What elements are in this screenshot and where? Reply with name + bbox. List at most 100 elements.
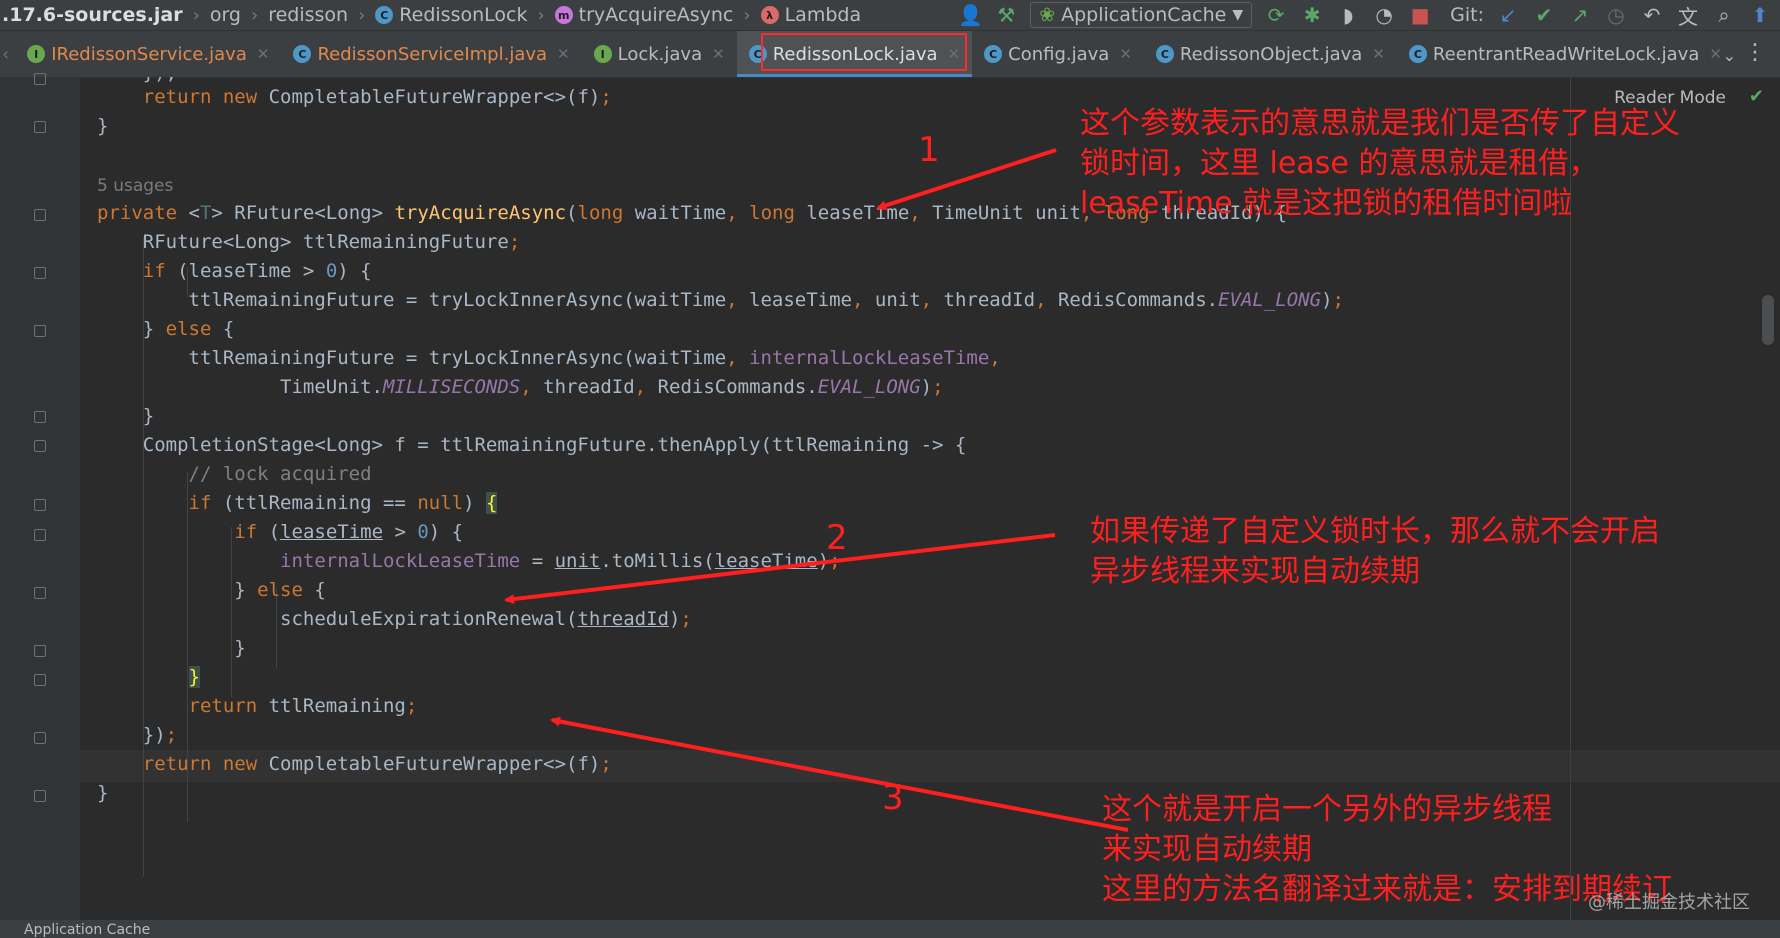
annotation-highlight-box <box>760 33 967 71</box>
close-icon[interactable]: ✕ <box>1119 45 1132 63</box>
breadcrumb-tryacquireasync[interactable]: m tryAcquireAsync <box>551 4 738 26</box>
tab-label: Config.java <box>1008 43 1110 65</box>
method-icon: m <box>554 6 573 24</box>
breadcrumb-lambda[interactable]: λ Lambda <box>757 4 866 26</box>
code-line[interactable]: ttlRemainingFuture = tryLockInnerAsync(w… <box>97 284 1344 317</box>
code-line[interactable]: return new CompletableFutureWrapper<>(f)… <box>97 81 612 114</box>
annotation-number-2: 2 <box>826 518 848 558</box>
annotation-line: 如果传递了自定义锁时长，那么就不会开启 <box>1090 514 1660 549</box>
tab-lock[interactable]: I Lock.java ✕ <box>582 31 737 77</box>
tab-redissonlock[interactable]: C RedissonLock.java ✕ <box>736 31 973 77</box>
rerun-icon[interactable]: ⟳ <box>1264 3 1288 27</box>
vertical-scrollbar[interactable] <box>1762 295 1774 345</box>
interface-icon: I <box>593 45 612 63</box>
annotation-note-3: 这个就是开启一个另外的异步线程 来实现自动续期 这里的方法名翻译过来就是：安排到… <box>1102 790 1672 910</box>
stop-icon[interactable]: ■ <box>1408 3 1432 27</box>
annotation-line: 来实现自动续期 <box>1102 832 1312 867</box>
fold-marker-icon[interactable] <box>34 121 46 133</box>
class-icon: C <box>1155 45 1174 63</box>
run-configuration-label: ApplicationCache <box>1061 4 1227 26</box>
breadcrumb-redisson[interactable]: redisson <box>264 4 352 26</box>
fold-marker-icon[interactable] <box>34 499 46 511</box>
interface-icon: I <box>27 45 46 63</box>
spring-icon: ❀ <box>1039 4 1056 26</box>
breadcrumb-label: Lambda <box>784 4 862 26</box>
close-icon[interactable]: ✕ <box>557 45 570 63</box>
history-clock-icon[interactable]: ◷ <box>1604 3 1628 27</box>
chevron-down-icon: ▼ <box>1232 7 1244 23</box>
editor-tabs: ‹ I IRedissonService.java ✕ C RedissonSe… <box>0 30 1780 78</box>
debug-bug-icon[interactable]: ✱ <box>1300 3 1324 27</box>
annotation-note-2: 如果传递了自定义锁时长，那么就不会开启 异步线程来实现自动续期 <box>1090 512 1660 592</box>
more-vertical-icon[interactable]: ⋮ <box>1744 40 1766 65</box>
profiler-icon[interactable]: ◔ <box>1372 3 1396 27</box>
fold-marker-icon[interactable] <box>34 267 46 279</box>
run-configuration-select[interactable]: ❀ ApplicationCache ▼ <box>1030 2 1253 28</box>
class-icon: C <box>1408 45 1427 63</box>
chevron-right-icon: › <box>251 4 259 26</box>
fold-marker-icon[interactable] <box>34 587 46 599</box>
class-icon: C <box>375 6 394 24</box>
watermark: @稀土掘金技术社区 <box>1588 892 1750 913</box>
tabs-overflow-chevron-icon[interactable]: ⌄ <box>1723 46 1736 65</box>
annotation-line: 这个就是开启一个另外的异步线程 <box>1102 792 1552 827</box>
tab-redissonserviceimpl[interactable]: C RedissonServiceImpl.java ✕ <box>281 31 581 77</box>
code-line[interactable]: return new CompletableFutureWrapper<>(f)… <box>97 748 612 781</box>
editor-gutter[interactable] <box>0 73 80 920</box>
close-icon[interactable]: ✕ <box>257 45 270 63</box>
code-line[interactable]: } <box>97 777 108 810</box>
annotation-number-1: 1 <box>918 130 940 170</box>
breadcrumb-redissonlock[interactable]: C RedissonLock <box>371 4 531 26</box>
annotation-line: 异步线程来实现自动续期 <box>1090 554 1420 589</box>
code-line[interactable]: } <box>97 110 108 143</box>
git-push-icon[interactable]: ↗ <box>1568 3 1592 27</box>
chevron-right-icon: › <box>192 4 200 26</box>
breadcrumb-label: tryAcquireAsync <box>578 4 734 26</box>
coverage-icon[interactable]: ◗ <box>1336 3 1360 27</box>
git-update-icon[interactable]: ↙ <box>1496 3 1520 27</box>
search-icon[interactable]: ⌕ <box>1712 3 1736 27</box>
tab-iredissonservice[interactable]: I IRedissonService.java ✕ <box>15 31 281 77</box>
annotation-line: 这个参数表示的意思就是我们是否传了自定义 <box>1080 106 1680 141</box>
tab-label: ReentrantReadWriteLock.java <box>1432 43 1700 65</box>
user-icon[interactable]: 👤 <box>958 3 983 27</box>
annotation-note-1: 这个参数表示的意思就是我们是否传了自定义 锁时间，这里 lease 的意思就是租… <box>1080 104 1680 224</box>
bottom-tool-label[interactable]: Application Cache <box>24 922 150 938</box>
fold-marker-icon[interactable] <box>34 674 46 686</box>
fold-marker-icon[interactable] <box>34 790 46 802</box>
navigation-bar: .17.6-sources.jar › org › redisson › C R… <box>0 0 1780 30</box>
git-commit-check-icon[interactable]: ✔ <box>1532 3 1556 27</box>
fold-marker-icon[interactable] <box>34 73 46 85</box>
tabs-scroll-left-icon[interactable]: ‹ <box>0 44 15 65</box>
fold-marker-icon[interactable] <box>34 732 46 744</box>
inspection-ok-check-icon[interactable]: ✔ <box>1749 86 1764 107</box>
annotation-number-3: 3 <box>882 778 904 818</box>
fold-marker-icon[interactable] <box>34 529 46 541</box>
build-hammer-icon[interactable]: ⚒ <box>994 3 1018 27</box>
translate-icon[interactable]: 文 <box>1676 1 1700 30</box>
tab-label: RedissonServiceImpl.java <box>317 43 548 65</box>
breadcrumb-org[interactable]: org <box>206 4 245 26</box>
fold-marker-icon[interactable] <box>34 411 46 423</box>
annotation-line: 这里的方法名翻译过来就是：安排到期续订 <box>1102 872 1672 907</box>
fold-marker-icon[interactable] <box>34 645 46 657</box>
code-line[interactable]: TimeUnit.MILLISECONDS, threadId, RedisCo… <box>97 371 944 404</box>
breadcrumb-jar[interactable]: .17.6-sources.jar <box>0 4 187 26</box>
tab-config[interactable]: C Config.java ✕ <box>972 31 1144 77</box>
fold-marker-icon[interactable] <box>34 209 46 221</box>
fold-marker-icon[interactable] <box>34 440 46 452</box>
fold-marker-icon[interactable] <box>34 325 46 337</box>
update-arrow-icon[interactable]: ⬆ <box>1748 3 1772 27</box>
class-icon: C <box>293 45 312 63</box>
bottom-tool-window-bar[interactable]: Application Cache <box>0 920 1780 938</box>
tab-redissonobject[interactable]: C RedissonObject.java ✕ <box>1144 31 1397 77</box>
close-icon[interactable]: ✕ <box>1372 45 1385 63</box>
tab-reentrantreadwritelock[interactable]: C ReentrantReadWriteLock.java ✕ <box>1397 31 1734 77</box>
class-icon: C <box>984 45 1003 63</box>
close-icon[interactable]: ✕ <box>712 45 725 63</box>
usages-hint[interactable]: 5 usages <box>97 176 173 196</box>
rollback-icon[interactable]: ↶ <box>1640 3 1664 27</box>
close-icon[interactable]: ✕ <box>1709 45 1722 63</box>
annotation-line: leaseTime 就是这把锁的租借时间啦 <box>1080 186 1573 221</box>
breadcrumb-label: RedissonLock <box>399 4 528 26</box>
